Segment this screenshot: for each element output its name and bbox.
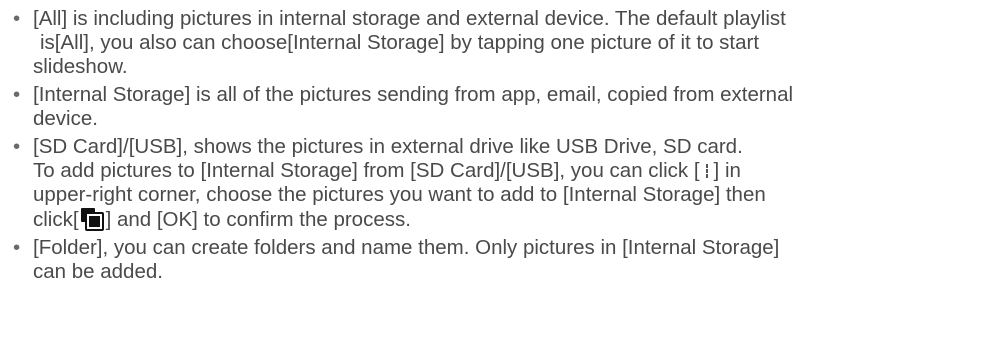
bullet-sd-line-4-text-a: click[ (33, 208, 79, 231)
bullet-folder-line-1: [Folder], you can create folders and nam… (33, 236, 780, 259)
bullet-sd-line-4: click[ ] and [OK] to confirm the process. (33, 207, 993, 232)
document-page: • [All] is including pictures in interna… (0, 0, 993, 338)
vertical-dots-icon (704, 163, 710, 179)
bullet-sd-line-4-text-b: ] and [OK] to confirm the process. (105, 208, 411, 231)
bullet-sd-line-3: upper-right corner, choose the pictures … (33, 183, 766, 206)
bullet-dot: • (13, 83, 21, 106)
bullet-all-line-2: is[All], you also can choose[Internal St… (40, 31, 760, 54)
bullet-dot: • (13, 7, 21, 30)
bullet-list: • [All] is including pictures in interna… (0, 7, 993, 284)
bullet-item-sd-usb: • [SD Card]/[USB], shows the pictures in… (0, 135, 993, 232)
bullet-folder-line-2: can be added. (33, 260, 163, 283)
bullet-dot: • (13, 135, 21, 158)
bullet-dot: • (13, 236, 21, 259)
bullet-item-folder: • [Folder], you can create folders and n… (0, 236, 993, 284)
bullet-sd-line-2: To add pictures to [Internal Storage] fr… (33, 159, 993, 183)
bullet-item-all: • [All] is including pictures in interna… (0, 7, 993, 79)
bullet-sd-line-1: [SD Card]/[USB], shows the pictures in e… (33, 135, 743, 158)
bullet-internal-line-1: [Internal Storage] is all of the picture… (33, 83, 794, 106)
bullet-item-internal-storage: • [Internal Storage] is all of the pictu… (0, 83, 993, 131)
bullet-sd-line-2-text-b: ] in (713, 159, 741, 182)
bullet-all-line-3: slideshow. (33, 55, 128, 78)
bullet-sd-line-2-text-a: To add pictures to [Internal Storage] fr… (33, 159, 700, 182)
copy-to-storage-icon (80, 208, 104, 231)
bullet-all-line-1: [All] is including pictures in internal … (33, 7, 786, 30)
bullet-internal-line-2: device. (33, 107, 98, 130)
